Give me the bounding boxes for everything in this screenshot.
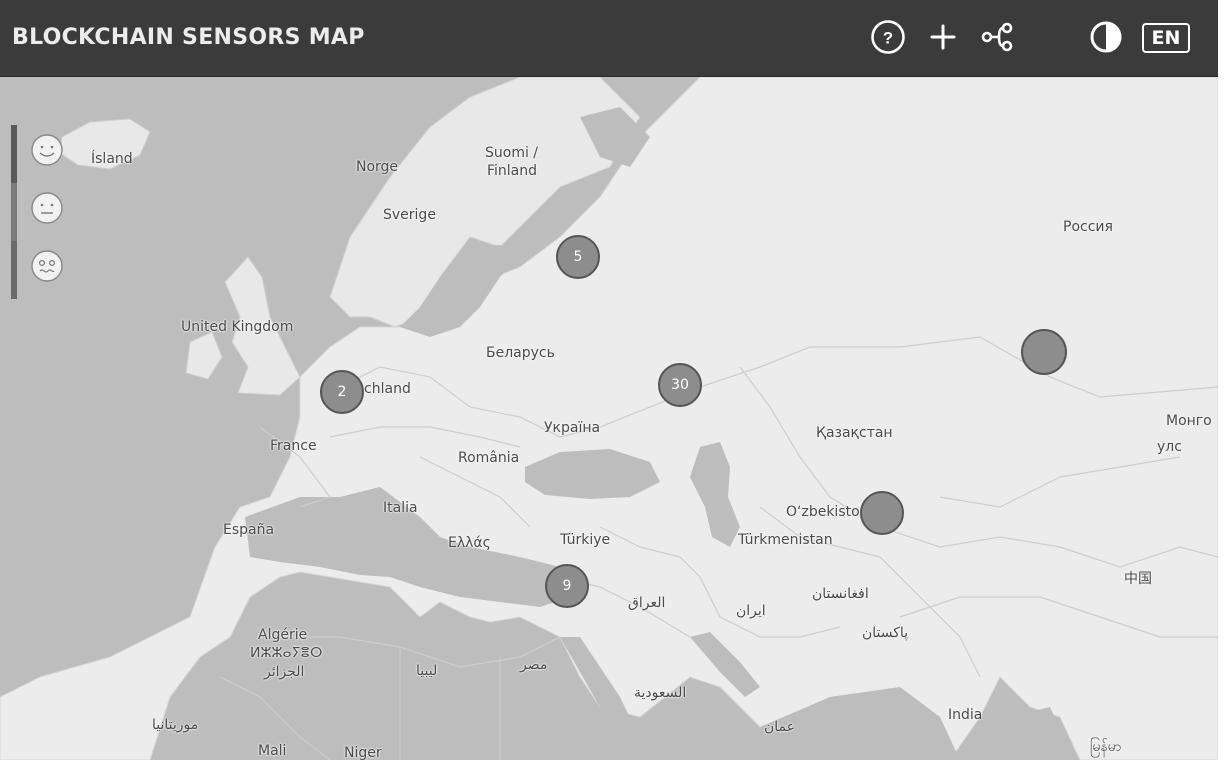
contrast-toggle-button[interactable] bbox=[1088, 18, 1124, 56]
map-label-china: 中国 bbox=[1124, 571, 1152, 587]
map-label-france: France bbox=[270, 438, 317, 454]
map-label-spain: España bbox=[223, 522, 275, 538]
map-label-russia: Россия bbox=[1063, 219, 1113, 235]
map-label-uk: United Kingdom bbox=[181, 319, 294, 335]
legend-bar-bad bbox=[11, 241, 17, 299]
help-button[interactable]: ? bbox=[870, 18, 906, 56]
map-label-romania: România bbox=[458, 450, 520, 466]
map-label-iraq: العراق bbox=[628, 595, 666, 611]
map-label-turkmenistan: Türkmenistan bbox=[738, 532, 833, 548]
legend-bar-medium bbox=[11, 183, 17, 241]
contrast-icon bbox=[1090, 21, 1122, 53]
sensor-marker[interactable] bbox=[860, 491, 904, 535]
map-label-niger: Niger bbox=[344, 745, 382, 760]
map-label-myanmar: မြန်မာ bbox=[1090, 739, 1122, 755]
map-label-belarus: Беларусь bbox=[486, 345, 555, 361]
app-title: BLOCKCHAIN SENSORS MAP bbox=[12, 25, 365, 50]
map-label-india: India bbox=[948, 707, 983, 723]
map-label-uzbekistan: O‘zbekiston bbox=[786, 504, 869, 520]
map-label-afghanistan: افغانستان bbox=[812, 586, 869, 602]
map-geography bbox=[0, 77, 1218, 760]
map-label-saudi-arabia: السعودية bbox=[634, 685, 687, 701]
map-canvas[interactable]: Ísland Norge Suomi / Finland Sverige Рос… bbox=[0, 77, 1218, 760]
share-button[interactable] bbox=[980, 18, 1016, 56]
legend-bar-good bbox=[11, 125, 17, 183]
map-label-mongolia-2: улс bbox=[1157, 439, 1182, 455]
map-label-iran: ایران bbox=[736, 603, 766, 619]
sad-face-icon bbox=[31, 250, 63, 282]
map-label-algeria-arabic: الجزائر bbox=[264, 664, 305, 680]
map-label-sweden: Sverige bbox=[383, 207, 436, 223]
sensor-cluster[interactable]: 30 bbox=[658, 363, 702, 407]
map-label-turkey: Türkiye bbox=[560, 532, 611, 548]
map-label-algeria: Algérie bbox=[258, 627, 308, 643]
map-label-mauritania: موريتانيا bbox=[152, 717, 199, 733]
air-quality-legend bbox=[11, 125, 71, 300]
map-label-greece: Ελλάς bbox=[448, 535, 491, 551]
map-label-finland: Finland bbox=[487, 163, 538, 179]
map-label-finland-native: Suomi / bbox=[485, 145, 539, 161]
happy-face-icon bbox=[31, 134, 63, 166]
map-label-mongolia: Монго bbox=[1166, 413, 1212, 429]
neutral-face-icon bbox=[31, 192, 63, 224]
sensor-cluster[interactable]: 2 bbox=[320, 370, 364, 414]
window-edge bbox=[1218, 0, 1230, 760]
map-label-egypt: مصر bbox=[520, 657, 548, 673]
map-label-iceland: Ísland bbox=[91, 151, 133, 167]
language-toggle-button[interactable]: EN bbox=[1142, 23, 1190, 53]
plus-icon bbox=[930, 24, 956, 50]
map-label-norway: Norge bbox=[356, 159, 399, 175]
map-label-ukraine: Україна bbox=[544, 420, 601, 436]
sensor-marker[interactable] bbox=[1021, 329, 1067, 375]
map-label-algeria-tifinagh: ⵍⵣⵣⴰⵢⴻⵔ bbox=[250, 645, 323, 661]
svg-text:?: ? bbox=[883, 29, 893, 48]
map-label-oman: عمان bbox=[764, 719, 795, 735]
map-label-libya: ليبيا bbox=[416, 663, 438, 679]
map-label-italy: Italia bbox=[383, 500, 418, 516]
sensor-cluster[interactable]: 9 bbox=[545, 564, 589, 608]
add-sensor-button[interactable] bbox=[928, 18, 958, 56]
map-label-mali: Mali bbox=[258, 743, 287, 759]
sensor-cluster[interactable]: 5 bbox=[556, 235, 600, 279]
question-icon: ? bbox=[871, 20, 905, 54]
app-header: BLOCKCHAIN SENSORS MAP ? EN bbox=[0, 0, 1218, 77]
map-label-pakistan: پاکستان bbox=[862, 625, 909, 641]
map-label-kazakhstan: Қазақстан bbox=[816, 425, 893, 441]
share-icon bbox=[981, 22, 1013, 52]
